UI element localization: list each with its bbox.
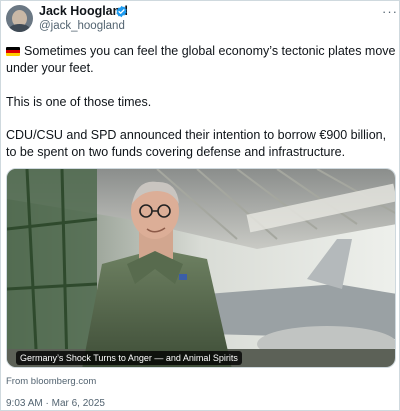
post-card: Jack Hoogland @jack_hoogland ··· Sometim…: [0, 0, 400, 411]
author-avatar[interactable]: [6, 5, 33, 32]
timestamp-separator: ·: [45, 398, 49, 409]
article-photo: [7, 169, 395, 367]
link-source[interactable]: From bloomberg.com: [6, 376, 96, 388]
post-time: 9:03 AM: [6, 398, 43, 409]
link-card-title[interactable]: Germany’s Shock Turns to Anger — and Ani…: [16, 351, 242, 365]
author-handle[interactable]: @jack_hoogland: [39, 19, 125, 33]
post-date: Mar 6, 2025: [51, 398, 105, 409]
post-paragraph-1: Sometimes you can feel the global econom…: [6, 43, 398, 77]
verified-badge-icon: [116, 5, 127, 18]
link-card-image[interactable]: Germany’s Shock Turns to Anger — and Ani…: [6, 168, 396, 368]
post-timestamp[interactable]: 9:03 AM · Mar 6, 2025: [6, 398, 105, 410]
avatar-body: [8, 24, 31, 32]
post-text-1: Sometimes you can feel the global econom…: [6, 44, 396, 75]
germany-flag-icon: [6, 47, 20, 56]
more-options-icon[interactable]: ···: [382, 5, 398, 18]
post-paragraph-3: CDU/CSU and SPD announced their intentio…: [6, 128, 387, 159]
post-paragraph-2: This is one of those times.: [6, 95, 152, 109]
